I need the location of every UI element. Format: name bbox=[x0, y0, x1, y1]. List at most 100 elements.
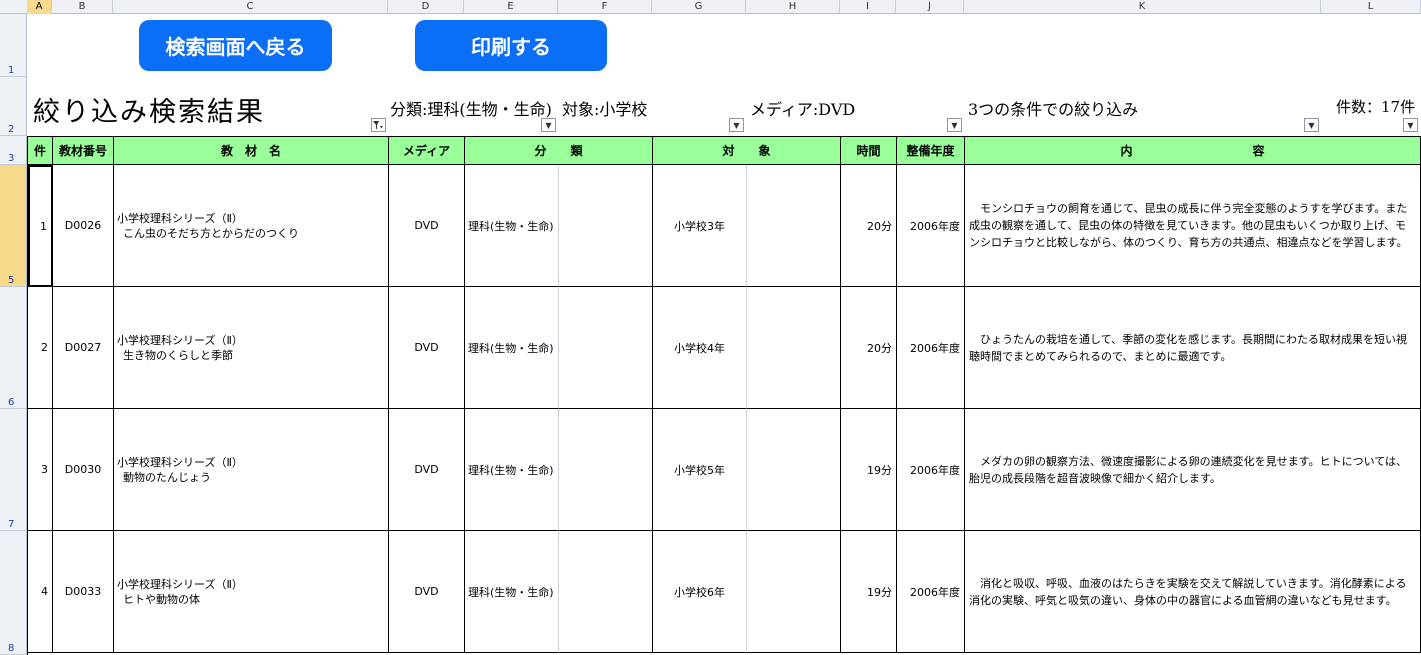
cell-year[interactable]: 2006年度 bbox=[897, 165, 965, 287]
row-header-bar: 1 2 3 5 6 7 8 bbox=[0, 14, 27, 655]
cell-empty[interactable] bbox=[559, 531, 653, 653]
column-header-a[interactable]: A bbox=[27, 0, 52, 14]
header-target: 対 象 bbox=[653, 136, 841, 165]
cell-code[interactable]: D0026 bbox=[53, 165, 114, 287]
name-line2: 動物のたんじょう bbox=[123, 470, 211, 484]
result-count: 件数：17件 bbox=[1336, 98, 1416, 116]
results-table: 件 教材番号 教 材 名 メディア 分 類 対 象 時間 整備年度 内 容 1 … bbox=[27, 136, 1421, 655]
cell-media[interactable]: DVD bbox=[389, 287, 465, 409]
column-header-h[interactable]: H bbox=[746, 0, 840, 14]
cell-time[interactable]: 19分 bbox=[841, 409, 897, 531]
cell-target[interactable]: 小学校6年 bbox=[653, 531, 747, 653]
row-header-3[interactable]: 3 bbox=[0, 136, 26, 165]
cell-empty[interactable] bbox=[747, 409, 841, 531]
column-header-i[interactable]: I bbox=[840, 0, 896, 14]
column-header-l[interactable]: L bbox=[1321, 0, 1421, 14]
column-header-b[interactable]: B bbox=[52, 0, 113, 14]
header-name: 教 材 名 bbox=[114, 136, 389, 165]
cell-media[interactable]: DVD bbox=[389, 409, 465, 531]
cell-empty[interactable] bbox=[559, 287, 653, 409]
cell-no[interactable]: 3 bbox=[28, 409, 53, 531]
filter-dropdown-icon[interactable]: ▼ bbox=[541, 118, 556, 132]
cell-content[interactable]: モンシロチョウの飼育を通じて、昆虫の成長に伴う完全変態のようすを学びます。また成… bbox=[965, 165, 1421, 287]
filter-active-icon[interactable] bbox=[371, 118, 386, 132]
header-code: 教材番号 bbox=[53, 136, 114, 165]
cell-target[interactable]: 小学校3年 bbox=[653, 165, 747, 287]
target-criterion: 対象:小学校 bbox=[562, 100, 648, 119]
row-header-8[interactable]: 8 bbox=[0, 531, 26, 655]
row-header-7[interactable]: 7 bbox=[0, 409, 26, 531]
cell-no[interactable]: 1 bbox=[28, 165, 53, 287]
filter-dropdown-icon[interactable]: ▼ bbox=[729, 118, 744, 132]
content-text: 消化と吸収、呼吸、血液のはたらきを実験を交えて解説していきます。消化酵素による消… bbox=[969, 576, 1407, 607]
name-line2: こん虫のそだち方とからだのつくり bbox=[123, 226, 299, 240]
filter-dropdown-icon[interactable]: ▼ bbox=[1403, 118, 1418, 132]
cell-category[interactable]: 理科(生物・生命) bbox=[465, 409, 559, 531]
cell-no[interactable]: 2 bbox=[28, 287, 53, 409]
filter-dropdown-icon[interactable]: ▼ bbox=[1304, 118, 1319, 132]
column-header-j[interactable]: J bbox=[896, 0, 964, 14]
column-header-bar: A B C D E F G H I J K L bbox=[0, 0, 1421, 14]
row-header-1[interactable]: 1 bbox=[0, 14, 26, 77]
column-header-g[interactable]: G bbox=[652, 0, 746, 14]
row-header-6[interactable]: 6 bbox=[0, 287, 26, 409]
header-no: 件 bbox=[28, 136, 53, 165]
cell-time[interactable]: 19分 bbox=[841, 531, 897, 653]
cell-no[interactable]: 4 bbox=[28, 531, 53, 653]
print-button[interactable]: 印刷する bbox=[415, 20, 607, 71]
name-line1: 小学校理科シリーズ（Ⅱ） bbox=[117, 211, 243, 225]
cell-content[interactable]: ひょうたんの栽培を通して、季節の変化を感じます。長期間にわたる取材成果を短い視聴… bbox=[965, 287, 1421, 409]
name-line1: 小学校理科シリーズ（Ⅱ） bbox=[117, 455, 243, 469]
cell-media[interactable]: DVD bbox=[389, 165, 465, 287]
cell-code[interactable]: D0033 bbox=[53, 531, 114, 653]
row-header-5[interactable]: 5 bbox=[0, 165, 26, 287]
condition-note: 3つの条件での絞り込み bbox=[968, 100, 1139, 119]
media-criterion: メディア:DVD bbox=[750, 100, 856, 119]
cell-year[interactable]: 2006年度 bbox=[897, 531, 965, 653]
cell-target[interactable]: 小学校5年 bbox=[653, 409, 747, 531]
name-line1: 小学校理科シリーズ（Ⅱ） bbox=[117, 333, 243, 347]
cell-empty[interactable] bbox=[747, 287, 841, 409]
column-header-e[interactable]: E bbox=[464, 0, 558, 14]
cell-code[interactable]: D0027 bbox=[53, 287, 114, 409]
header-media: メディア bbox=[389, 136, 465, 165]
cell-name[interactable]: 小学校理科シリーズ（Ⅱ） こん虫のそだち方とからだのつくり bbox=[114, 165, 389, 287]
cell-code[interactable]: D0030 bbox=[53, 409, 114, 531]
cell-name[interactable]: 小学校理科シリーズ（Ⅱ） ヒトや動物の体 bbox=[114, 531, 389, 653]
cell-time[interactable]: 20分 bbox=[841, 165, 897, 287]
cell-time[interactable]: 20分 bbox=[841, 287, 897, 409]
cell-name[interactable]: 小学校理科シリーズ（Ⅱ） 生き物のくらしと季節 bbox=[114, 287, 389, 409]
filter-dropdown-icon[interactable]: ▼ bbox=[947, 118, 962, 132]
category-criterion: 分類:理科(生物・生命) bbox=[390, 100, 552, 119]
header-year: 整備年度 bbox=[897, 136, 965, 165]
cell-year[interactable]: 2006年度 bbox=[897, 409, 965, 531]
content-text: モンシロチョウの飼育を通じて、昆虫の成長に伴う完全変態のようすを学びます。また成… bbox=[969, 202, 1408, 249]
column-header-c[interactable]: C bbox=[113, 0, 388, 14]
cell-media[interactable]: DVD bbox=[389, 531, 465, 653]
cell-empty[interactable] bbox=[559, 165, 653, 287]
back-to-search-button[interactable]: 検索画面へ戻る bbox=[139, 20, 332, 71]
column-header-k[interactable]: K bbox=[964, 0, 1321, 14]
header-time: 時間 bbox=[841, 136, 897, 165]
cell-content[interactable]: メダカの卵の観察方法、微速度撮影による卵の連続変化を見せます。ヒトについては、胎… bbox=[965, 409, 1421, 531]
content-text: メダカの卵の観察方法、微速度撮影による卵の連続変化を見せます。ヒトについては、胎… bbox=[969, 454, 1408, 485]
header-category: 分 類 bbox=[465, 136, 653, 165]
name-line1: 小学校理科シリーズ（Ⅱ） bbox=[117, 577, 243, 591]
content-text: ひょうたんの栽培を通して、季節の変化を感じます。長期間にわたる取材成果を短い視聴… bbox=[969, 332, 1408, 363]
column-header-d[interactable]: D bbox=[388, 0, 464, 14]
page-title: 絞り込み検索結果 bbox=[33, 97, 265, 128]
row-header-2[interactable]: 2 bbox=[0, 77, 26, 136]
cell-empty[interactable] bbox=[747, 531, 841, 653]
header-content: 内 容 bbox=[965, 136, 1421, 165]
cell-empty[interactable] bbox=[559, 409, 653, 531]
cell-target[interactable]: 小学校4年 bbox=[653, 287, 747, 409]
cell-empty[interactable] bbox=[747, 165, 841, 287]
cell-name[interactable]: 小学校理科シリーズ（Ⅱ） 動物のたんじょう bbox=[114, 409, 389, 531]
cell-year[interactable]: 2006年度 bbox=[897, 287, 965, 409]
column-header-f[interactable]: F bbox=[558, 0, 652, 14]
cell-category[interactable]: 理科(生物・生命) bbox=[465, 531, 559, 653]
cell-category[interactable]: 理科(生物・生命) bbox=[465, 165, 559, 287]
cell-category[interactable]: 理科(生物・生命) bbox=[465, 287, 559, 409]
cell-content[interactable]: 消化と吸収、呼吸、血液のはたらきを実験を交えて解説していきます。消化酵素による消… bbox=[965, 531, 1421, 653]
name-line2: ヒトや動物の体 bbox=[123, 592, 200, 606]
